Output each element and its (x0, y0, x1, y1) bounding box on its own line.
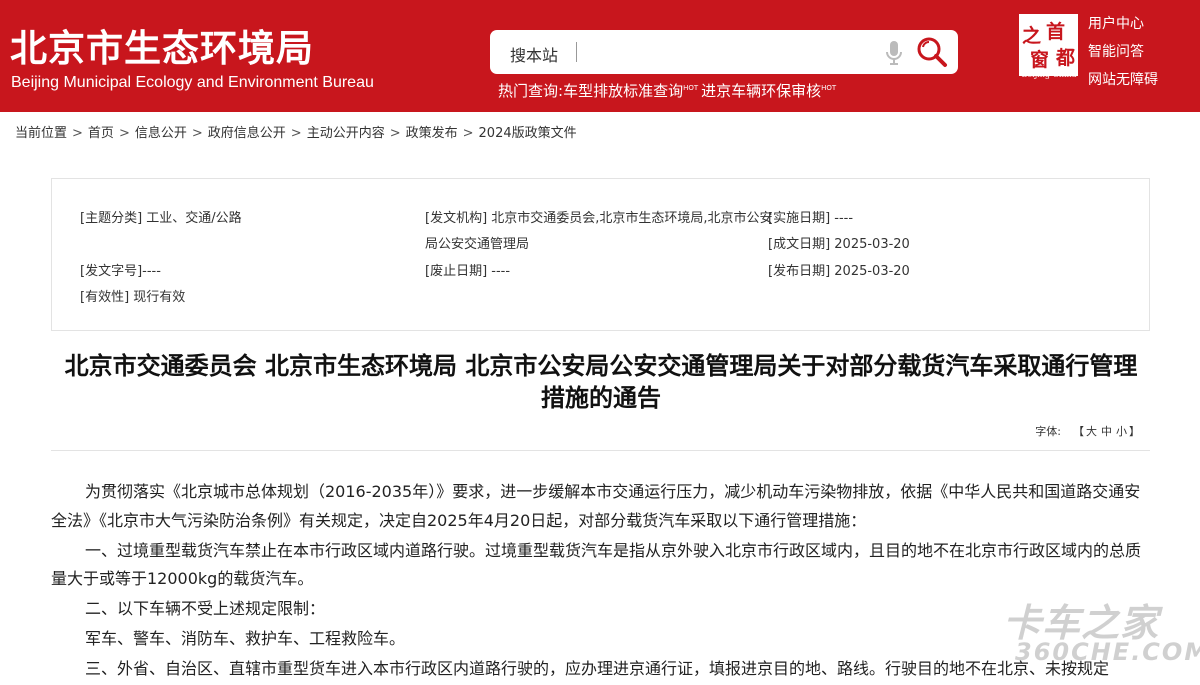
logo-char: 都 (1056, 47, 1076, 69)
font-size-medium[interactable]: 中 (1101, 425, 1112, 438)
site-header: 北京市生态环境局 Beijing Municipal Ecology and E… (0, 0, 1200, 112)
font-size-label: 字体: (1035, 425, 1061, 438)
breadcrumb-separator: > (72, 126, 83, 141)
search-divider (576, 42, 577, 62)
breadcrumb-separator: > (191, 126, 203, 141)
search-box: 搜本站 (490, 30, 958, 74)
breadcrumb-active-disclosure[interactable]: 主动公开内容 (307, 126, 385, 141)
watermark-logo: 卡车之家 360CHE.COM (1003, 592, 1200, 672)
meta-abolish-date: [废止日期] ---- (425, 264, 511, 279)
meta-published-date: [发布日期] 2025-03-20 (768, 264, 910, 279)
document-body: 为贯彻落实《北京城市总体规划（2016-2035年）》要求，进一步缓解本市交通运… (51, 478, 1151, 685)
hot-tag: HOT (683, 84, 699, 92)
hot-link-emission-standard[interactable]: 车型排放标准查询 (563, 82, 683, 100)
hot-tag: HOT (821, 84, 837, 92)
font-size-bracket-close: 】 (1129, 425, 1140, 438)
breadcrumb-separator: > (290, 126, 302, 141)
hot-search-label: 热门查询: (498, 82, 564, 100)
body-paragraph: 一、过境重型载货汽车禁止在本市行政区域内道路行驶。过境重型载货汽车是指从京外驶入… (51, 540, 1142, 589)
user-center-link[interactable]: 用户中心 (1088, 10, 1158, 38)
breadcrumb-separator: > (462, 126, 474, 141)
header-links: 用户中心 智能问答 网站无障碍 (1088, 10, 1158, 94)
meta-validity: [有效性] 现行有效 (80, 290, 186, 305)
title-divider (51, 450, 1150, 451)
meta-effective-date: [实施日期] ---- (768, 211, 854, 226)
font-size-switcher: 字体: 【大中小】 (1035, 423, 1140, 439)
meta-issuer-cont: 局公安交通管理局 (425, 237, 530, 252)
breadcrumb-separator: > (118, 126, 130, 141)
logo-char: 首 (1046, 21, 1066, 43)
breadcrumb-separator: > (389, 126, 401, 141)
body-paragraph: 为贯彻落实《北京城市总体规划（2016-2035年）》要求，进一步缓解本市交通运… (51, 482, 1141, 530)
site-title[interactable]: 北京市生态环境局 (10, 18, 314, 72)
hot-search-bar: 热门查询:车型排放标准查询HOT 进京车辆环保审核HOT (498, 80, 839, 101)
accessibility-link[interactable]: 网站无障碍 (1088, 66, 1158, 94)
breadcrumb: 当前位置 > 首页 > 信息公开 > 政府信息公开 > 主动公开内容 > 政策发布 >2024版政策文… (15, 122, 577, 141)
font-size-small[interactable]: 小 (1116, 425, 1127, 438)
breadcrumb-gov-info[interactable]: 政府信息公开 (208, 126, 286, 141)
body-paragraph: 三、外省、自治区、直辖市重型货车进入本市行政区内道路行驶的，应办理进京通行证，填… (85, 659, 1110, 678)
body-paragraph: 二、以下车辆不受上述规定限制： (85, 599, 326, 618)
search-scope-label[interactable]: 搜本站 (510, 42, 558, 66)
breadcrumb-home[interactable]: 首页 (88, 126, 114, 141)
watermark-url: 360CHE.COM (1015, 638, 1200, 666)
meta-created-date: [成文日期] 2025-03-20 (768, 237, 910, 252)
font-size-bracket-open: 【 (1073, 425, 1084, 438)
breadcrumb-policy-2024[interactable]: 2024版政策文件 (479, 126, 577, 141)
search-input[interactable] (585, 38, 865, 66)
meta-topic: [主题分类] 工业、交通/公路 (80, 211, 242, 226)
body-paragraph: 军车、警车、消防车、救护车、工程救险车。 (85, 629, 406, 648)
hot-link-vehicle-review[interactable]: 进京车辆环保审核 (701, 82, 821, 100)
capital-window-logo[interactable]: 之 首 都 窗 (1017, 12, 1080, 78)
breadcrumb-policy[interactable]: 政策发布 (406, 126, 458, 141)
meta-doc-number: [发文字号]---- (80, 264, 161, 279)
breadcrumb-label: 当前位置 (15, 126, 68, 141)
logo-char: 窗 (1030, 49, 1050, 71)
breadcrumb-info-open[interactable]: 信息公开 (135, 126, 187, 141)
logo-char: 之 (1022, 25, 1042, 47)
document-title: 北京市交通委员会 北京市生态环境局 北京市公安局公安交通管理局关于对部分载货汽车… (64, 352, 1138, 412)
site-subtitle: Beijing Municipal Ecology and Environmen… (11, 74, 374, 91)
logo-emblem: 之 首 都 窗 (1022, 17, 1077, 71)
logo-subtitle: Beijing-China (1021, 70, 1077, 79)
smart-qa-link[interactable]: 智能问答 (1088, 38, 1158, 66)
font-size-large[interactable]: 大 (1086, 425, 1097, 438)
document-meta-box: [主题分类] 工业、交通/公路 [发文机构] 北京市交通委员会,北京市生态环境局… (51, 178, 1150, 331)
microphone-icon[interactable] (884, 39, 904, 67)
meta-issuer: [发文机构] 北京市交通委员会,北京市生态环境局,北京市公安 (425, 211, 773, 226)
search-icon[interactable] (914, 34, 950, 70)
